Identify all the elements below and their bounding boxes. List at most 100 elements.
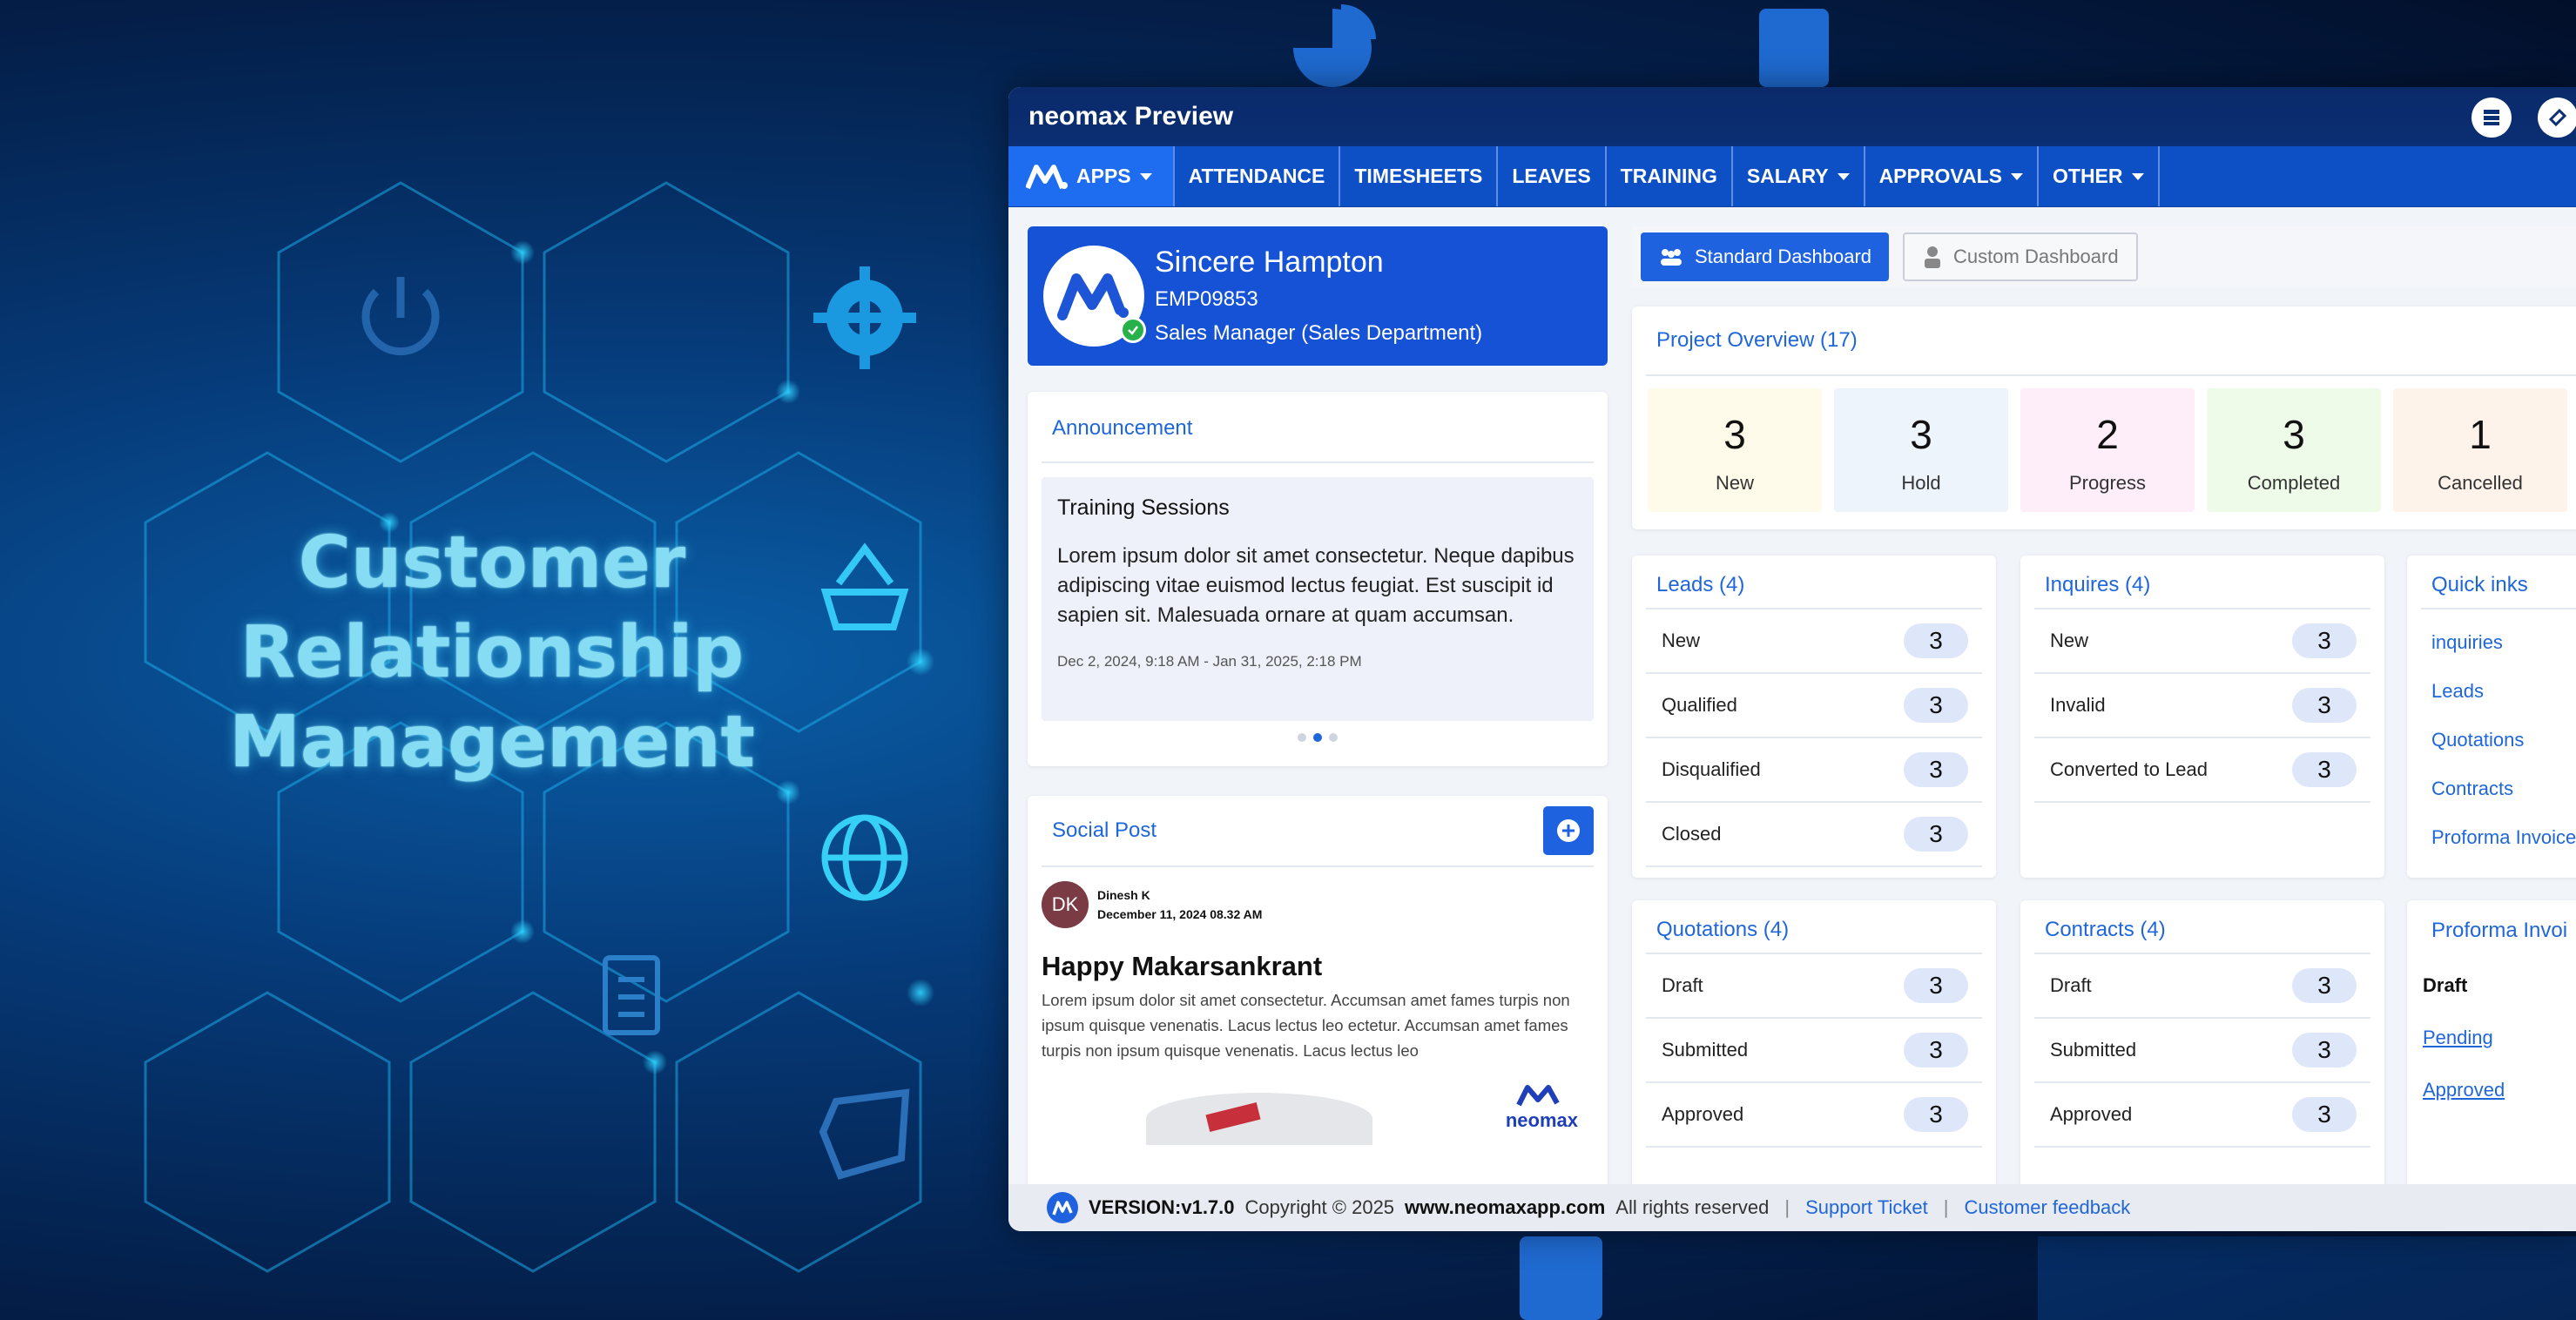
quick-link[interactable]: Contracts (2431, 764, 2576, 813)
post-image: neomax (1042, 1063, 1594, 1145)
nav-leaves[interactable]: LEAVES (1498, 146, 1607, 206)
quotations-list: Draft 3 Submitted 3 Approved 3 (1632, 954, 1996, 1148)
list-row[interactable]: New 3 (1646, 609, 1982, 674)
nav-attendance-label: ATTENDANCE (1188, 165, 1325, 187)
nav-leaves-label: LEAVES (1512, 165, 1591, 187)
post-title: Happy Makarsankrant (1042, 951, 1323, 981)
employee-id: EMP09853 (1155, 287, 1258, 311)
count-badge: 3 (1904, 623, 1968, 658)
stat-cancelled[interactable]: 1 Cancelled (2393, 388, 2567, 512)
quick-link[interactable]: Proforma Invoice (2431, 813, 2576, 862)
row-label: Qualified (1662, 694, 1737, 716)
ticket-icon[interactable] (2538, 98, 2576, 138)
employee-role: Sales Manager (Sales Department) (1155, 321, 1483, 345)
nav-other[interactable]: OTHER (2039, 146, 2160, 206)
hero-line-2: Relationship (239, 611, 745, 694)
stat-progress[interactable]: 2 Progress (2020, 388, 2195, 512)
stat-value: 3 (2283, 412, 2305, 457)
list-row[interactable]: Submitted 3 (1646, 1019, 1982, 1083)
customer-feedback-link[interactable]: Customer feedback (1964, 1196, 2130, 1219)
count-badge: 3 (2292, 968, 2357, 1003)
brand-name: neomax (1505, 1109, 1578, 1131)
carousel-dot-active[interactable] (1313, 733, 1322, 742)
nav-attendance[interactable]: ATTENDANCE (1175, 146, 1341, 206)
row-label: Approved (2050, 1103, 2133, 1125)
basket-icon (820, 542, 909, 630)
stat-new[interactable]: 3 New (1648, 388, 1822, 512)
quick-links-heading: Quick inks (2431, 573, 2528, 596)
left-column: Sincere Hampton EMP09853 Sales Manager (… (1028, 226, 1608, 1214)
quick-link[interactable]: inquiries (2431, 618, 2576, 667)
stat-hold[interactable]: 3 Hold (1834, 388, 2008, 512)
list-row[interactable]: Invalid 3 (2034, 674, 2370, 738)
list-row[interactable]: Submitted 3 (2034, 1019, 2370, 1083)
quick-links-list: inquiries Leads Quotations Contracts Proform… (2407, 618, 2576, 862)
carousel-dot[interactable] (1298, 733, 1306, 742)
quick-link[interactable]: Leads (2431, 667, 2576, 716)
nav-training[interactable]: TRAINING (1607, 146, 1733, 206)
verified-check-icon (1120, 317, 1146, 343)
add-post-button[interactable] (1543, 806, 1594, 855)
row-label: Invalid (2050, 694, 2106, 716)
carousel-dot[interactable] (1329, 733, 1338, 742)
gear-icon (813, 266, 916, 369)
custom-dashboard-button[interactable]: Custom Dashboard (1903, 232, 2138, 281)
announcement-item[interactable]: Training Sessions Lorem ipsum dolor sit … (1042, 477, 1594, 721)
nav-timesheets-label: TIMESHEETS (1354, 165, 1483, 187)
list-row[interactable]: New 3 (2034, 609, 2370, 674)
announcement-body: Lorem ipsum dolor sit amet consectetur. … (1057, 544, 1575, 627)
standard-dashboard-label: Standard Dashboard (1695, 246, 1872, 267)
proforma-heading: Proforma Invoi (2431, 919, 2568, 942)
count-badge: 3 (2292, 623, 2357, 658)
nav-timesheets[interactable]: TIMESHEETS (1340, 146, 1499, 206)
list-row[interactable]: Draft 3 (2034, 954, 2370, 1019)
server-icon[interactable] (2471, 98, 2512, 138)
stat-value: 1 (2469, 412, 2492, 457)
count-badge: 3 (2292, 1033, 2357, 1067)
row-label: New (2050, 630, 2089, 651)
social-post-heading: Social Post (1052, 818, 1157, 842)
chevron-down-icon (2131, 172, 2144, 180)
proforma-draft[interactable]: Draft (2423, 960, 2576, 1012)
tag-icon (819, 1088, 910, 1180)
stat-list: 3 New 3 Hold 2 Progress 3 Completed 1 Cancel… (1632, 376, 2576, 512)
list-row[interactable]: Closed 3 (1646, 803, 1982, 867)
stat-value: 3 (1910, 412, 1932, 457)
list-row[interactable]: Approved 3 (1646, 1083, 1982, 1148)
list-row[interactable]: Draft 3 (1646, 954, 1982, 1019)
nav-approvals[interactable]: APPROVALS (1865, 146, 2039, 206)
nav-salary[interactable]: SALARY (1733, 146, 1865, 206)
quick-link[interactable]: Quotations (2431, 716, 2576, 764)
announcement-date: Dec 2, 2024, 9:18 AM - Jan 31, 2025, 2:1… (1057, 653, 1362, 670)
nav-apps[interactable]: APPS (1008, 146, 1175, 206)
copyright: Copyright © 2025 (1244, 1196, 1395, 1218)
list-row[interactable]: Qualified 3 (1646, 674, 1982, 738)
nav-other-label: OTHER (2053, 165, 2123, 187)
post-date: December 11, 2024 08.32 AM (1097, 907, 1263, 921)
stat-label: Completed (2247, 472, 2341, 494)
author-avatar: DK (1042, 881, 1089, 928)
list-row[interactable]: Approved 3 (2034, 1083, 2370, 1148)
social-post-card: Social Post DK Dinesh K December 11, 202… (1028, 796, 1608, 1214)
row-label: Draft (1662, 974, 1703, 996)
chevron-down-icon (1837, 172, 1850, 180)
list-row[interactable]: Disqualified 3 (1646, 738, 1982, 803)
count-badge: 3 (1904, 688, 1968, 723)
row-label: Draft (2050, 974, 2092, 996)
list-row[interactable]: Converted to Lead 3 (2034, 738, 2370, 803)
user-icon (1925, 246, 1941, 268)
site-link[interactable]: www.neomaxapp.com (1405, 1196, 1605, 1219)
announcement-heading: Announcement (1052, 416, 1193, 440)
standard-dashboard-button[interactable]: Standard Dashboard (1641, 232, 1890, 281)
avatar[interactable] (1043, 246, 1146, 347)
inquires-heading: Inquires (4) (2045, 573, 2151, 596)
version-label: VERSION:v1.7.0 (1089, 1196, 1235, 1218)
plus-circle-icon (1557, 819, 1580, 842)
quotations-heading: Quotations (4) (1656, 918, 1790, 941)
proforma-approved-link[interactable]: Approved (2423, 1064, 2576, 1116)
stat-label: New (1715, 472, 1754, 494)
proforma-pending-link[interactable]: Pending (2423, 1012, 2576, 1064)
hero-line-3: Management (229, 701, 755, 784)
stat-completed[interactable]: 3 Completed (2207, 388, 2381, 512)
support-ticket-link[interactable]: Support Ticket (1805, 1196, 1928, 1219)
